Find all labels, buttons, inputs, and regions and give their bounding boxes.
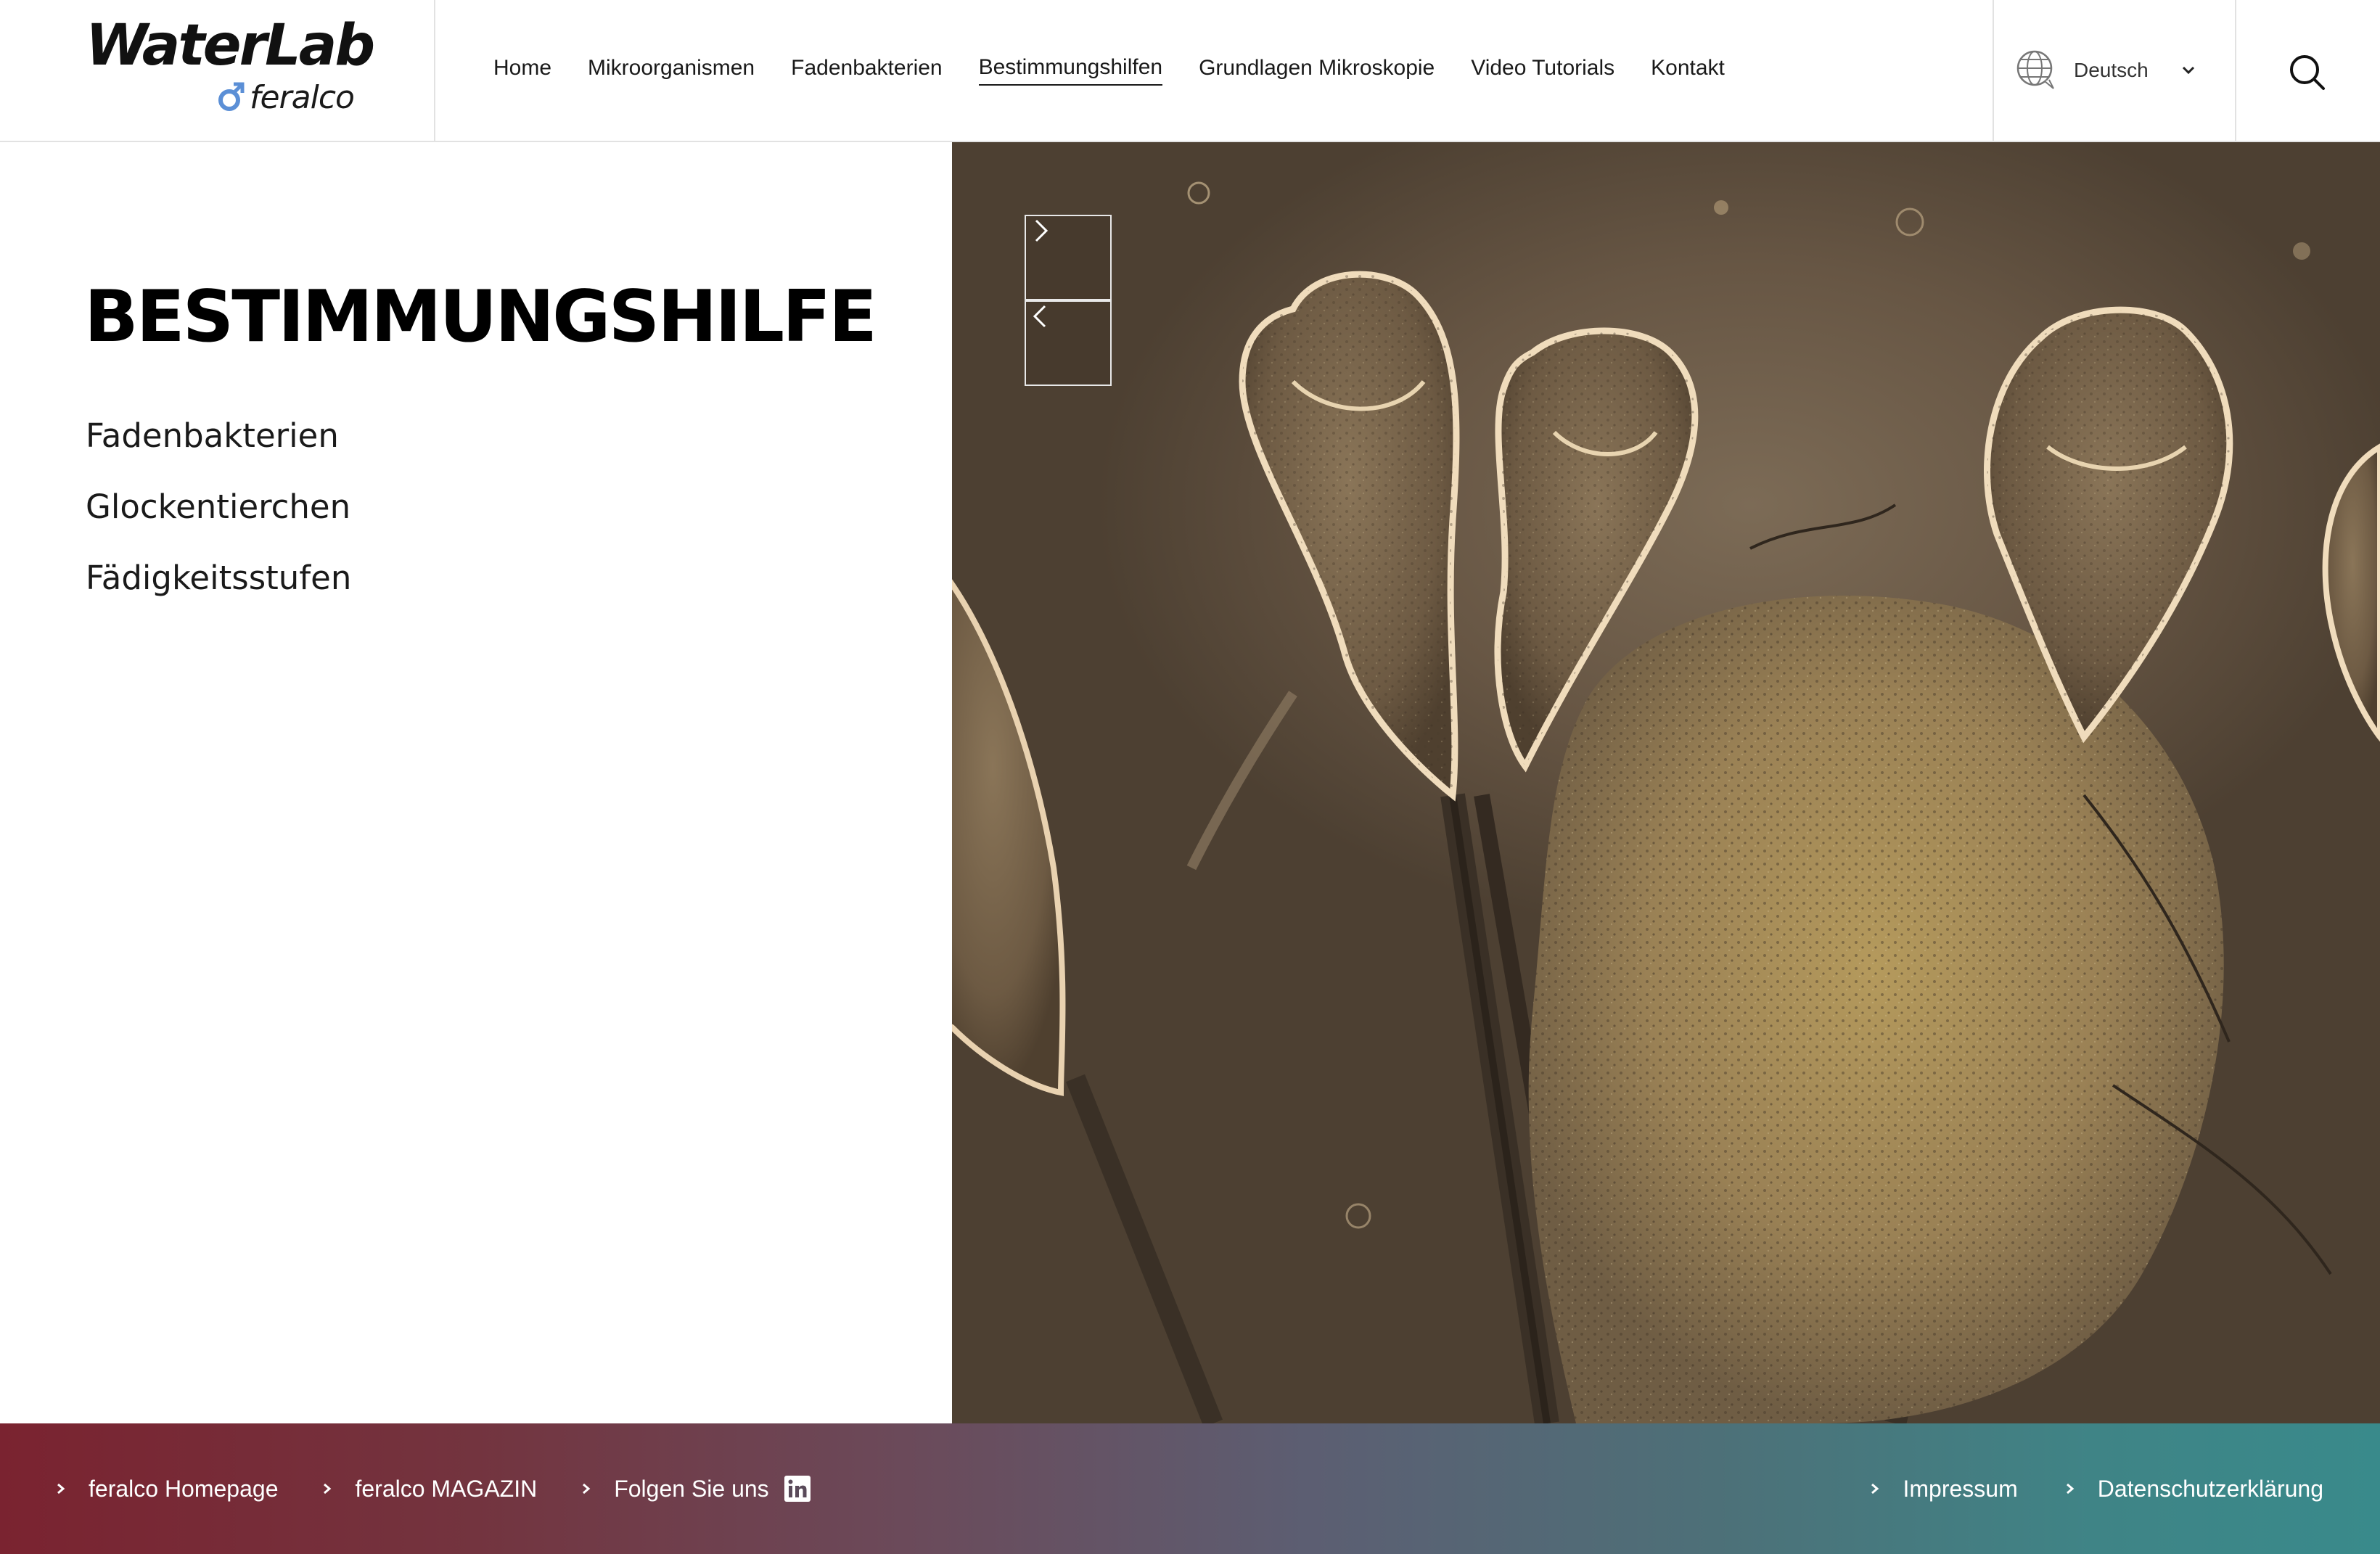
chevron-down-icon: [2182, 66, 2195, 75]
nav-grundlagen-mikroskopie[interactable]: Grundlagen Mikroskopie: [1199, 56, 1435, 85]
chevron-left-icon: [1033, 305, 1046, 328]
footer-link-feralco-magazin[interactable]: feralco MAGAZIN: [320, 1476, 537, 1502]
nav-mikroorganismen[interactable]: Mikroorganismen: [588, 56, 755, 85]
slider-prev-button[interactable]: [1025, 300, 1112, 386]
language-selector[interactable]: Deutsch: [1993, 0, 2236, 141]
site-footer: feralco Homepage feralco MAGAZIN Folgen …: [0, 1423, 2380, 1554]
chevron-right-icon: [2066, 1483, 2075, 1495]
feralco-mark-icon: [218, 82, 245, 111]
site-header: WaterLab feralco Home Mikroorganismen Fa…: [0, 0, 2380, 142]
guide-link-fadenbakterien[interactable]: Fadenbakterien: [86, 411, 351, 482]
footer-right-links: Impressum Datenschutzerklärung: [1823, 1423, 2323, 1554]
footer-link-label: feralco Homepage: [89, 1475, 279, 1502]
guide-link-list: Fadenbakterien Glockentierchen Fädigkeit…: [86, 411, 351, 624]
footer-link-label: Folgen Sie uns: [614, 1475, 769, 1502]
chevron-right-icon: [583, 1483, 591, 1495]
nav-fadenbakterien[interactable]: Fadenbakterien: [791, 56, 942, 85]
chevron-right-icon: [1035, 219, 1049, 242]
nav-kontakt[interactable]: Kontakt: [1651, 56, 1725, 85]
site-logo[interactable]: WaterLab feralco: [0, 0, 435, 141]
chevron-right-icon: [1871, 1483, 1879, 1495]
footer-link-label: Impressum: [1903, 1475, 2018, 1502]
footer-link-feralco-homepage[interactable]: feralco Homepage: [54, 1476, 278, 1502]
language-selected-label: Deutsch: [2074, 59, 2149, 81]
footer-link-datenschutz[interactable]: Datenschutzerklärung: [2063, 1476, 2323, 1502]
guide-link-faedigkeitsstufen[interactable]: Fädigkeitsstufen: [86, 553, 351, 624]
page-title: BESTIMMUNGSHILFE: [84, 276, 877, 358]
logo-subbrand: feralco: [216, 75, 355, 119]
hero-microscopy-image: [952, 142, 2380, 1423]
microorganism-illustration: [952, 181, 2380, 1423]
slider-next-button[interactable]: [1025, 215, 1112, 300]
nav-home[interactable]: Home: [493, 56, 551, 85]
chevron-right-icon: [324, 1483, 332, 1495]
search-icon[interactable]: [2278, 44, 2339, 104]
logo-wordmark: WaterLab: [86, 13, 375, 78]
main-nav: Home Mikroorganismen Fadenbakterien Best…: [493, 0, 1761, 141]
nav-video-tutorials[interactable]: Video Tutorials: [1471, 56, 1614, 85]
footer-link-follow-us[interactable]: Folgen Sie uns: [579, 1475, 811, 1502]
chevron-right-icon: [57, 1483, 65, 1495]
footer-link-impressum[interactable]: Impressum: [1868, 1475, 2018, 1502]
footer-link-label: feralco MAGAZIN: [355, 1475, 538, 1502]
footer-link-label: Datenschutzerklärung: [2097, 1475, 2323, 1502]
logo-subbrand-text: feralco: [250, 78, 355, 116]
guide-link-glockentierchen[interactable]: Glockentierchen: [86, 482, 351, 553]
footer-left-links: feralco Homepage feralco MAGAZIN Folgen …: [54, 1423, 853, 1554]
globe-icon: [2016, 50, 2054, 89]
nav-bestimmungshilfen[interactable]: Bestimmungshilfen: [978, 55, 1163, 86]
linkedin-icon[interactable]: [784, 1475, 811, 1502]
